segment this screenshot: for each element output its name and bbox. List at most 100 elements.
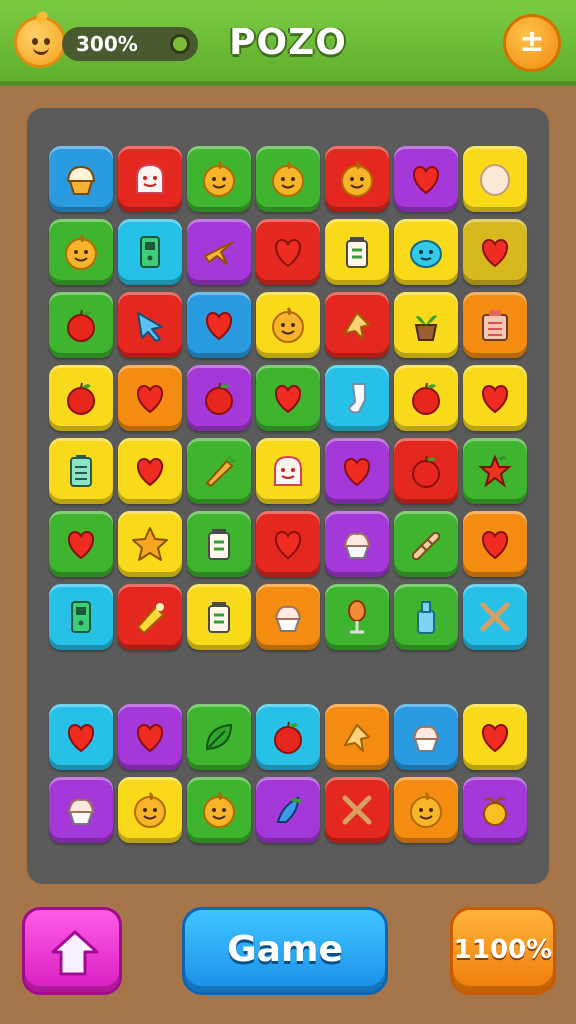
- ghost-face-icon: [268, 451, 308, 491]
- main-tile-3-3[interactable]: [256, 365, 320, 431]
- spoon-icon: [337, 597, 377, 637]
- main-tile-4-1[interactable]: [118, 438, 182, 504]
- ghost-face-icon: [130, 159, 170, 199]
- coins-button[interactable]: 1100%: [450, 907, 556, 995]
- main-tile-3-5[interactable]: [394, 365, 458, 431]
- main-tile-6-5[interactable]: [394, 584, 458, 650]
- main-tile-3-0[interactable]: [49, 365, 113, 431]
- main-tile-2-2[interactable]: [187, 292, 251, 358]
- star-icon: [130, 524, 170, 564]
- lower-tile-1-4[interactable]: [325, 777, 389, 843]
- cross-icon: [337, 790, 377, 830]
- home-button[interactable]: [22, 907, 122, 995]
- main-tile-4-6[interactable]: [463, 438, 527, 504]
- top-right-button[interactable]: ±: [503, 14, 561, 72]
- main-tile-1-0[interactable]: [49, 219, 113, 285]
- main-tile-3-2[interactable]: [187, 365, 251, 431]
- main-tile-1-3[interactable]: [256, 219, 320, 285]
- main-tile-0-6[interactable]: [463, 146, 527, 212]
- lower-tile-1-0[interactable]: [49, 777, 113, 843]
- heart-icon: [199, 305, 239, 345]
- main-tile-6-0[interactable]: [49, 584, 113, 650]
- main-tile-0-1[interactable]: [118, 146, 182, 212]
- main-tile-5-1[interactable]: [118, 511, 182, 577]
- lower-tile-0-2[interactable]: [187, 704, 251, 770]
- main-tile-4-4[interactable]: [325, 438, 389, 504]
- main-tile-3-6[interactable]: [463, 365, 527, 431]
- bread-icon: [406, 524, 446, 564]
- radio-icon: [475, 305, 515, 345]
- main-tile-0-2[interactable]: [187, 146, 251, 212]
- main-tile-5-5[interactable]: [394, 511, 458, 577]
- main-tile-6-3[interactable]: [256, 584, 320, 650]
- main-tile-2-3[interactable]: [256, 292, 320, 358]
- main-tile-4-0[interactable]: [49, 438, 113, 504]
- lower-tile-0-0[interactable]: [49, 704, 113, 770]
- heart-icon: [475, 232, 515, 272]
- lower-tile-0-3[interactable]: [256, 704, 320, 770]
- apple-icon: [61, 378, 101, 418]
- main-tile-3-4[interactable]: [325, 365, 389, 431]
- home-arrow-icon: [51, 930, 99, 976]
- apple-icon: [268, 717, 308, 757]
- main-tile-5-6[interactable]: [463, 511, 527, 577]
- heart-icon: [61, 524, 101, 564]
- main-tile-6-2[interactable]: [187, 584, 251, 650]
- main-tile-0-4[interactable]: [325, 146, 389, 212]
- main-tile-0-0[interactable]: [49, 146, 113, 212]
- cupcake-icon: [406, 717, 446, 757]
- main-tile-4-5[interactable]: [394, 438, 458, 504]
- egg-icon: [475, 159, 515, 199]
- main-tile-4-2[interactable]: [187, 438, 251, 504]
- lower-tile-0-5[interactable]: [394, 704, 458, 770]
- lower-tile-0-4[interactable]: [325, 704, 389, 770]
- leaf-icon: [199, 717, 239, 757]
- heart-icon: [475, 524, 515, 564]
- main-tile-1-6[interactable]: [463, 219, 527, 285]
- main-tile-5-2[interactable]: [187, 511, 251, 577]
- main-tile-0-3[interactable]: [256, 146, 320, 212]
- lower-tile-1-5[interactable]: [394, 777, 458, 843]
- heart-icon: [130, 378, 170, 418]
- main-tile-5-3[interactable]: [256, 511, 320, 577]
- main-tile-1-2[interactable]: [187, 219, 251, 285]
- lower-tile-1-1[interactable]: [118, 777, 182, 843]
- jar-icon: [337, 232, 377, 272]
- main-tile-1-1[interactable]: [118, 219, 182, 285]
- main-tile-2-6[interactable]: [463, 292, 527, 358]
- carrot-icon: [199, 451, 239, 491]
- heart-icon: [337, 451, 377, 491]
- smiley-icon: [199, 159, 239, 199]
- main-tile-4-3[interactable]: [256, 438, 320, 504]
- main-tile-1-5[interactable]: [394, 219, 458, 285]
- main-tile-3-1[interactable]: [118, 365, 182, 431]
- lower-tile-1-2[interactable]: [187, 777, 251, 843]
- main-tile-2-0[interactable]: [49, 292, 113, 358]
- main-tile-5-0[interactable]: [49, 511, 113, 577]
- main-tile-2-1[interactable]: [118, 292, 182, 358]
- lower-tile-1-3[interactable]: [256, 777, 320, 843]
- main-tile-2-4[interactable]: [325, 292, 389, 358]
- lower-tile-0-6[interactable]: [463, 704, 527, 770]
- blob-face-icon: [406, 232, 446, 272]
- smiley-icon: [61, 232, 101, 272]
- main-tile-6-1[interactable]: [118, 584, 182, 650]
- cupcake-icon: [61, 790, 101, 830]
- main-tile-5-4[interactable]: [325, 511, 389, 577]
- main-tile-6-4[interactable]: [325, 584, 389, 650]
- heart-icon: [268, 524, 308, 564]
- game-button[interactable]: Game: [182, 907, 388, 995]
- heart-icon: [475, 378, 515, 418]
- heart-icon: [61, 717, 101, 757]
- lower-tile-0-1[interactable]: [118, 704, 182, 770]
- main-tile-6-6[interactable]: [463, 584, 527, 650]
- smiley-icon: [130, 790, 170, 830]
- heart-icon: [130, 717, 170, 757]
- main-tile-0-5[interactable]: [394, 146, 458, 212]
- lower-tile-1-6[interactable]: [463, 777, 527, 843]
- smiley-icon: [268, 159, 308, 199]
- muffin-icon: [61, 159, 101, 199]
- main-tile-1-4[interactable]: [325, 219, 389, 285]
- main-tile-2-5[interactable]: [394, 292, 458, 358]
- fruit-icon: [475, 790, 515, 830]
